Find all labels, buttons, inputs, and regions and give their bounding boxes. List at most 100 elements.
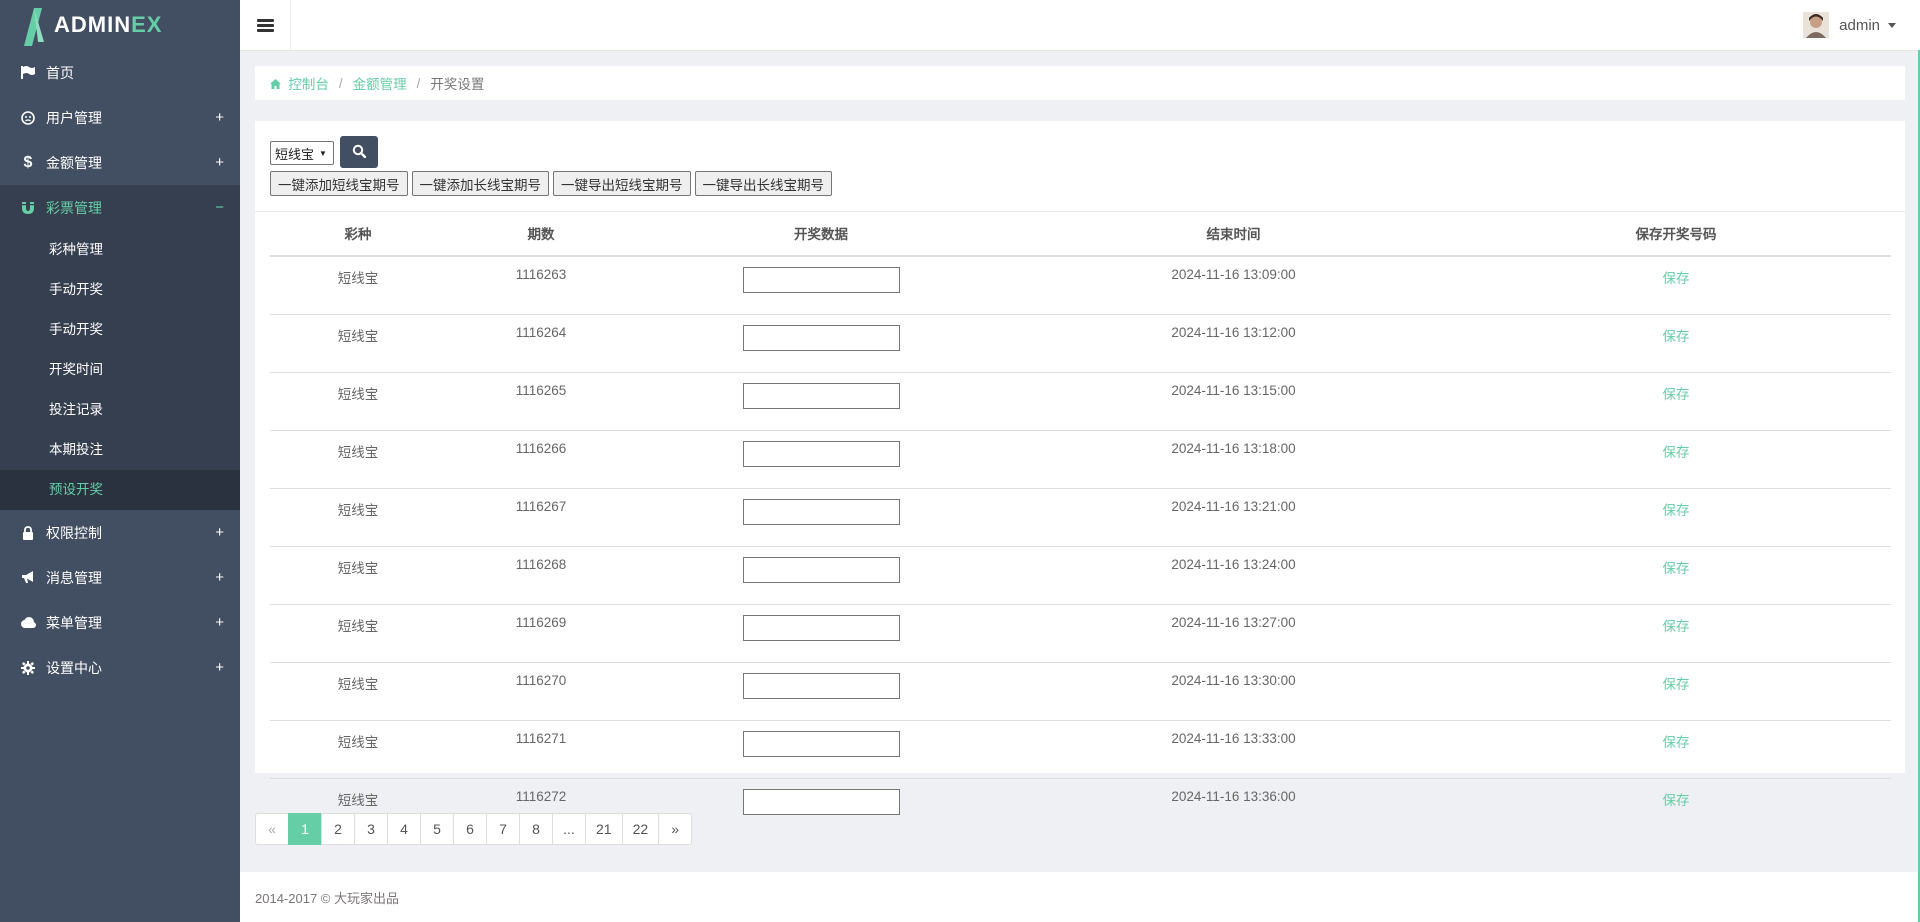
page-ellipsis: ... xyxy=(552,813,586,845)
draw-data-input[interactable] xyxy=(742,383,900,409)
cell-draw-data xyxy=(636,314,1006,373)
draw-data-input[interactable] xyxy=(742,789,900,815)
expand-icon: + xyxy=(215,659,224,676)
page-5[interactable]: 5 xyxy=(420,813,454,845)
add-short-periods-button[interactable]: 一键添加短线宝期号 xyxy=(270,171,408,196)
cell-save: 保存 xyxy=(1461,720,1891,779)
sidebar-item-users[interactable]: 用户管理 + xyxy=(0,95,240,140)
save-link[interactable]: 保存 xyxy=(1663,445,1690,460)
submenu-item-draw-time[interactable]: 开奖时间 xyxy=(0,350,240,390)
export-long-periods-button[interactable]: 一键导出长线宝期号 xyxy=(694,171,832,196)
sidebar-item-label: 设置中心 xyxy=(46,659,102,676)
table-row: 短线宝 1116264 2024-11-16 13:12:00 保存 xyxy=(270,314,1891,373)
footer: 2014-2017 © 大玩家出品 xyxy=(240,872,1920,922)
sidebar-item-messages[interactable]: 消息管理 + xyxy=(0,555,240,600)
cell-draw-data xyxy=(636,604,1006,663)
menu-toggle-button[interactable] xyxy=(240,0,291,50)
logo[interactable]: ADMIN EX xyxy=(0,0,240,50)
search-icon xyxy=(352,144,367,161)
gear-icon xyxy=(20,660,36,675)
sidebar-item-settings[interactable]: 设置中心 + xyxy=(0,645,240,690)
submenu-item-preset-draw[interactable]: 预设开奖 xyxy=(0,470,240,510)
cell-end-time: 2024-11-16 13:21:00 xyxy=(1006,488,1461,547)
breadcrumb-separator: / xyxy=(416,75,421,91)
cell-type: 短线宝 xyxy=(337,271,379,286)
prev-page-button[interactable]: « xyxy=(255,813,289,845)
page-3[interactable]: 3 xyxy=(354,813,388,845)
page-22[interactable]: 22 xyxy=(621,813,660,845)
cell-save: 保存 xyxy=(1461,430,1891,489)
draw-settings-table: 彩种 期数 开奖数据 结束时间 保存开奖号码 短线宝 1116263 2024-11… xyxy=(270,211,1891,836)
sidebar-item-lottery[interactable]: 彩票管理 − 彩种管理 手动开奖 手动开奖 开奖时间 投注记录 本期投注 预设开… xyxy=(0,185,240,510)
page-6[interactable]: 6 xyxy=(453,813,487,845)
logo-text-part1: ADMIN xyxy=(54,12,132,37)
save-link[interactable]: 保存 xyxy=(1663,387,1690,402)
save-link[interactable]: 保存 xyxy=(1663,561,1690,576)
draw-data-input[interactable] xyxy=(742,673,900,699)
column-header-draw-data: 开奖数据 xyxy=(636,211,1006,257)
save-link[interactable]: 保存 xyxy=(1663,271,1690,286)
bullhorn-icon xyxy=(20,571,36,584)
page-1[interactable]: 1 xyxy=(288,813,322,845)
expand-icon: + xyxy=(215,154,224,171)
page-4[interactable]: 4 xyxy=(387,813,421,845)
sidebar-item-home[interactable]: 首页 xyxy=(0,50,240,95)
sidebar-item-menus[interactable]: 菜单管理 + xyxy=(0,600,240,645)
cell-save: 保存 xyxy=(1461,256,1891,315)
hamburger-icon xyxy=(256,17,274,34)
save-link[interactable]: 保存 xyxy=(1663,793,1690,808)
draw-data-input[interactable] xyxy=(742,615,900,641)
save-link[interactable]: 保存 xyxy=(1663,677,1690,692)
sidebar: ADMIN EX 首页 用户管理 + $ 金额管理 + 彩票管理 − 彩种管理 … xyxy=(0,0,240,922)
submenu-item-manual-draw[interactable]: 手动开奖 xyxy=(0,270,240,310)
draw-data-input[interactable] xyxy=(742,441,900,467)
cell-save: 保存 xyxy=(1461,372,1891,431)
next-page-button[interactable]: » xyxy=(658,813,693,845)
avatar xyxy=(1803,12,1830,38)
table-row: 短线宝 1116263 2024-11-16 13:09:00 保存 xyxy=(270,256,1891,315)
page-8[interactable]: 8 xyxy=(519,813,553,845)
draw-data-input[interactable] xyxy=(742,325,900,351)
breadcrumb-level2[interactable]: 金额管理 xyxy=(353,73,407,93)
sidebar-nav: 首页 用户管理 + $ 金额管理 + 彩票管理 − 彩种管理 手动开奖 手动开奖… xyxy=(0,50,240,690)
column-header-type: 彩种 xyxy=(270,211,446,257)
breadcrumb: 控制台 / 金额管理 / 开奖设置 xyxy=(255,66,1905,100)
breadcrumb-home[interactable]: 控制台 xyxy=(270,73,329,93)
cell-draw-data xyxy=(636,546,1006,605)
draw-data-input[interactable] xyxy=(742,557,900,583)
draw-data-input[interactable] xyxy=(742,499,900,525)
save-link[interactable]: 保存 xyxy=(1663,329,1690,344)
save-link[interactable]: 保存 xyxy=(1663,503,1690,518)
sidebar-item-money[interactable]: $ 金额管理 + xyxy=(0,140,240,185)
page-2[interactable]: 2 xyxy=(321,813,355,845)
draw-data-input[interactable] xyxy=(742,731,900,757)
page-21[interactable]: 21 xyxy=(585,813,623,845)
save-link[interactable]: 保存 xyxy=(1663,619,1690,634)
add-long-periods-button[interactable]: 一键添加长线宝期号 xyxy=(411,171,549,196)
cell-end-time: 2024-11-16 13:24:00 xyxy=(1006,546,1461,605)
submenu-item-lottery-types[interactable]: 彩种管理 xyxy=(0,230,240,270)
table-row: 短线宝 1116270 2024-11-16 13:30:00 保存 xyxy=(270,662,1891,721)
expand-icon: + xyxy=(215,524,224,541)
draw-data-input[interactable] xyxy=(742,267,900,293)
cell-end-time: 2024-11-16 13:33:00 xyxy=(1006,720,1461,779)
cell-draw-data xyxy=(636,662,1006,721)
user-menu[interactable]: admin xyxy=(1803,10,1896,40)
submenu-item-current-bets[interactable]: 本期投注 xyxy=(0,430,240,470)
sidebar-item-label: 权限控制 xyxy=(46,524,102,541)
save-link[interactable]: 保存 xyxy=(1663,735,1690,750)
submenu-item-bet-records[interactable]: 投注记录 xyxy=(0,390,240,430)
page-7[interactable]: 7 xyxy=(486,813,520,845)
logo-text-part2: EX xyxy=(131,12,163,37)
cell-end-time: 2024-11-16 13:36:00 xyxy=(1006,778,1461,836)
export-short-periods-button[interactable]: 一键导出短线宝期号 xyxy=(553,171,691,196)
lottery-type-select[interactable]: 短线宝 ▼ xyxy=(270,141,334,165)
cell-end-time: 2024-11-16 13:09:00 xyxy=(1171,267,1296,282)
column-header-period: 期数 xyxy=(446,211,636,257)
caret-down-icon xyxy=(1888,22,1896,28)
cell-period: 1116263 xyxy=(515,267,567,282)
search-button[interactable] xyxy=(340,136,378,168)
cell-period: 1116269 xyxy=(446,604,636,663)
sidebar-item-permissions[interactable]: 权限控制 + xyxy=(0,510,240,555)
submenu-item-manual-draw-2[interactable]: 手动开奖 xyxy=(0,310,240,350)
